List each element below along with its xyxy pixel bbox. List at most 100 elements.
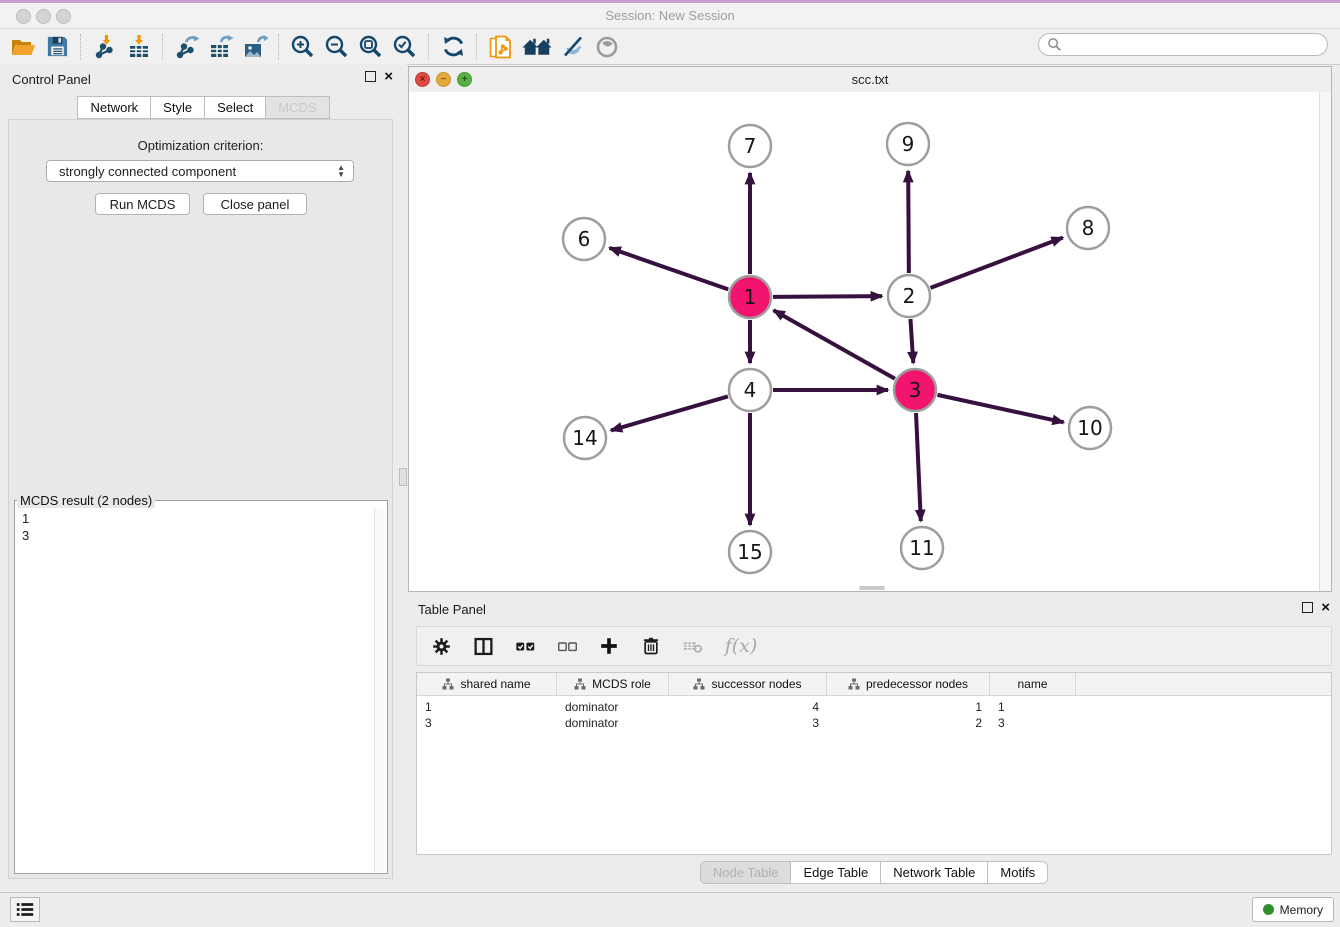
export-table-icon[interactable] xyxy=(204,32,238,62)
edge-3-11[interactable] xyxy=(916,413,921,521)
home-network-icon[interactable] xyxy=(518,32,556,62)
edge-1-2[interactable] xyxy=(773,296,882,297)
close-panel-icon[interactable]: × xyxy=(384,71,393,82)
table-row[interactable]: 1dominator411 xyxy=(417,699,1331,715)
network-vscrollbar[interactable] xyxy=(1319,92,1331,591)
table-cell[interactable]: 1 xyxy=(417,700,557,714)
save-session-icon[interactable] xyxy=(40,32,74,62)
network-canvas[interactable]: 7 9 6 8 1 2 4 3 14 10 15 11 xyxy=(409,92,1331,591)
zoom-in-icon[interactable] xyxy=(286,32,320,62)
table-row[interactable]: 3dominator323 xyxy=(417,715,1331,731)
mcds-result-group: MCDS result (2 nodes) 13 xyxy=(14,493,388,874)
export-network-icon[interactable] xyxy=(170,32,204,62)
table-cell[interactable]: 1 xyxy=(990,700,1076,714)
search-box[interactable] xyxy=(1038,33,1328,56)
hide-graphics-details-icon[interactable] xyxy=(556,32,590,62)
network-window-titlebar[interactable]: × − + scc.txt xyxy=(409,67,1331,93)
optimization-criterion-select[interactable]: strongly connected component ▲▼ xyxy=(46,160,354,182)
tab-select[interactable]: Select xyxy=(204,96,265,119)
show-graphics-details-icon[interactable] xyxy=(590,32,624,62)
close-table-panel-icon[interactable]: × xyxy=(1321,602,1330,613)
graph-node-10[interactable]: 10 xyxy=(1069,407,1111,449)
table-cell[interactable]: 2 xyxy=(827,716,990,730)
zoom-out-icon[interactable] xyxy=(320,32,354,62)
table-cell[interactable]: 1 xyxy=(827,700,990,714)
column-header-MCDS-role[interactable]: MCDS role xyxy=(557,673,669,695)
edge-2-9[interactable] xyxy=(908,171,909,273)
graph-node-14[interactable]: 14 xyxy=(564,417,606,459)
panel-splitter-handle[interactable] xyxy=(399,468,407,486)
delete-table-icon[interactable] xyxy=(679,632,707,660)
import-network-icon[interactable] xyxy=(88,32,122,62)
graph-node-1[interactable]: 1 xyxy=(729,276,771,318)
export-image-icon[interactable] xyxy=(238,32,272,62)
memory-label: Memory xyxy=(1280,903,1323,917)
function-builder-icon[interactable]: f(x) xyxy=(721,632,761,660)
svg-text:1: 1 xyxy=(744,285,757,309)
table-cell[interactable]: dominator xyxy=(557,716,669,730)
graph-node-11[interactable]: 11 xyxy=(901,527,943,569)
new-network-file-icon[interactable] xyxy=(484,32,518,62)
svg-text:7: 7 xyxy=(744,134,757,158)
tab-mcds[interactable]: MCDS xyxy=(265,96,329,119)
column-header-name[interactable]: name xyxy=(990,673,1076,695)
table-cell[interactable]: 4 xyxy=(669,700,827,714)
edge-2-3[interactable] xyxy=(910,319,913,363)
search-input[interactable] xyxy=(1067,37,1327,53)
float-panel-icon[interactable] xyxy=(365,71,376,82)
zoom-selected-icon[interactable] xyxy=(388,32,422,62)
graph-node-15[interactable]: 15 xyxy=(729,531,771,573)
table-cell[interactable]: 3 xyxy=(669,716,827,730)
svg-text:2: 2 xyxy=(903,284,916,308)
deselect-checkboxes-icon[interactable] xyxy=(553,632,581,660)
edge-4-14[interactable] xyxy=(611,396,728,430)
tab-node-table[interactable]: Node Table xyxy=(700,861,791,884)
edge-1-6[interactable] xyxy=(609,248,728,290)
tab-network-table[interactable]: Network Table xyxy=(880,861,987,884)
main-toolbar xyxy=(0,29,1340,65)
run-mcds-button[interactable]: Run MCDS xyxy=(95,193,190,215)
column-header-successor-nodes[interactable]: successor nodes xyxy=(669,673,827,695)
tab-motifs[interactable]: Motifs xyxy=(987,861,1048,884)
float-table-panel-icon[interactable] xyxy=(1302,602,1313,613)
svg-text:9: 9 xyxy=(902,132,915,156)
gear-icon[interactable] xyxy=(427,632,455,660)
graph-node-9[interactable]: 9 xyxy=(887,123,929,165)
svg-text:6: 6 xyxy=(578,227,591,251)
svg-text:3: 3 xyxy=(909,378,922,402)
table-panel-title: Table Panel xyxy=(418,602,486,617)
column-type-icon xyxy=(693,678,705,690)
graph-node-7[interactable]: 7 xyxy=(729,125,771,167)
memory-button[interactable]: Memory xyxy=(1252,897,1334,922)
select-all-checkboxes-icon[interactable] xyxy=(511,632,539,660)
column-header-predecessor-nodes[interactable]: predecessor nodes xyxy=(827,673,990,695)
table-cell[interactable]: 3 xyxy=(990,716,1076,730)
open-folder-icon[interactable] xyxy=(6,32,40,62)
mcds-result-scrollbar[interactable] xyxy=(374,508,386,872)
graph-node-6[interactable]: 6 xyxy=(563,218,605,260)
table-cell[interactable]: 3 xyxy=(417,716,557,730)
close-panel-button[interactable]: Close panel xyxy=(203,193,307,215)
refresh-icon[interactable] xyxy=(436,32,470,62)
network-hscroll-thumb[interactable] xyxy=(859,586,885,590)
graph-node-8[interactable]: 8 xyxy=(1067,207,1109,249)
tab-network[interactable]: Network xyxy=(77,96,150,119)
tab-style[interactable]: Style xyxy=(150,96,204,119)
table-cell[interactable]: dominator xyxy=(557,700,669,714)
import-table-icon[interactable] xyxy=(122,32,156,62)
show-column-panel-icon[interactable] xyxy=(469,632,497,660)
edge-3-1[interactable] xyxy=(774,310,895,378)
graph-node-2[interactable]: 2 xyxy=(888,275,930,317)
add-column-icon[interactable] xyxy=(595,632,623,660)
edge-2-8[interactable] xyxy=(931,238,1063,288)
zoom-fit-icon[interactable] xyxy=(354,32,388,62)
tab-edge-table[interactable]: Edge Table xyxy=(790,861,880,884)
mcds-result-list[interactable]: 13 xyxy=(15,508,375,873)
column-header-shared-name[interactable]: shared name xyxy=(417,673,557,695)
edge-3-10[interactable] xyxy=(937,395,1063,422)
graph-node-3[interactable]: 3 xyxy=(894,369,936,411)
graph-node-4[interactable]: 4 xyxy=(729,369,771,411)
task-history-button[interactable] xyxy=(10,897,40,922)
delete-column-icon[interactable] xyxy=(637,632,665,660)
column-type-icon xyxy=(442,678,454,690)
